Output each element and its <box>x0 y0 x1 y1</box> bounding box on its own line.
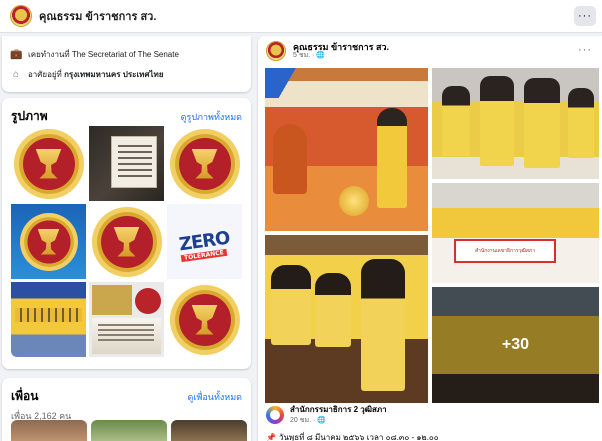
extra-photos-count: +30 <box>432 287 599 403</box>
see-all-photos-link[interactable]: ดูรูปภาพทั้งหมด <box>181 110 242 124</box>
shared-post-header: สำนักกรรมาธิการ 2 วุฒิสภา 20 ชม. · 🌐 <box>266 405 387 426</box>
more-options-button[interactable]: ··· <box>574 6 596 26</box>
page-header-bar: คุณธรรม ข้าราชการ สว. ··· <box>0 0 602 33</box>
location-prefix: อาศัยอยู่ที่ <box>28 69 62 79</box>
shared-author-avatar[interactable] <box>266 406 284 425</box>
more-icon: ··· <box>578 10 592 22</box>
post-photo-ceremony[interactable] <box>265 68 428 231</box>
pin-icon: 📌 <box>266 433 276 441</box>
friend-thumbnails <box>11 420 247 441</box>
workplace-text[interactable]: เคยทำงานที่ The Secretariat of The Senat… <box>28 48 179 61</box>
intro-card: 💼 เคยทำงานที่ The Secretariat of The Sen… <box>2 36 251 92</box>
workplace-row: 💼 เคยทำงานที่ The Secretariat of The Sen… <box>2 44 251 64</box>
see-all-friends-link[interactable]: ดูเพื่อนทั้งหมด <box>188 390 242 404</box>
shared-text-content: วันพุธที่ ๘ มีนาคม ๒๕๖๖ เวลา ๐๘.๓๐ - ๑๒.… <box>278 433 439 441</box>
photo-tile-document[interactable] <box>89 126 164 201</box>
friends-card: เพื่อน ดูเพื่อนทั้งหมด เพื่อน 2,162 คน <box>2 378 251 441</box>
post-author-avatar[interactable] <box>266 41 286 61</box>
friend-photo[interactable] <box>91 420 167 441</box>
post-photo-officials[interactable] <box>432 68 599 179</box>
shared-time[interactable]: 20 ชม. · 🌐 <box>290 415 387 426</box>
post-time[interactable]: 5 ชม. · 🌐 <box>293 52 389 60</box>
page-name[interactable]: คุณธรรม ข้าราชการ สว. <box>39 7 156 25</box>
photo-tile-emblem[interactable] <box>89 204 164 279</box>
post-card: คุณธรรม ข้าราชการ สว. 5 ชม. · 🌐 ··· สำนั… <box>258 36 602 441</box>
photo-tile-group[interactable] <box>11 282 86 357</box>
shared-author[interactable]: สำนักกรรมาธิการ 2 วุฒิสภา <box>290 405 387 415</box>
post-photo-audience[interactable] <box>265 235 428 403</box>
photo-grid: ZERO TOLERANCE <box>11 126 243 357</box>
friends-title[interactable]: เพื่อน <box>11 387 38 406</box>
post-more-icon[interactable]: ··· <box>578 44 592 56</box>
photos-card: รูปภาพ ดูรูปภาพทั้งหมด ZERO TOLERANCE <box>2 98 251 369</box>
post-author[interactable]: คุณธรรม ข้าราชการ สว. <box>293 42 389 52</box>
location-row: ⌂ อาศัยอยู่ที่ กรุงเทพมหานคร ประเทศไทย <box>2 64 251 84</box>
photo-tile-emblem[interactable] <box>167 126 242 201</box>
post-photo-more[interactable]: +30 <box>432 287 599 403</box>
briefcase-icon: 💼 <box>10 48 23 60</box>
location-link[interactable]: กรุงเทพมหานคร ประเทศไทย <box>64 68 163 81</box>
photos-title[interactable]: รูปภาพ <box>11 107 48 126</box>
page-avatar[interactable] <box>10 5 32 27</box>
photo-tile-emblem-blue[interactable] <box>11 204 86 279</box>
post-photo-group[interactable]: สำนักงานเลขาธิการวุฒิสภา <box>432 183 599 283</box>
friend-photo[interactable] <box>11 420 87 441</box>
photo-tile-emblem[interactable] <box>11 126 86 201</box>
photo-tile-collage[interactable] <box>89 282 164 357</box>
photo-tile-zero-tolerance[interactable]: ZERO TOLERANCE <box>167 204 242 279</box>
friend-photo[interactable] <box>171 420 247 441</box>
group-banner: สำนักงานเลขาธิการวุฒิสภา <box>454 239 556 263</box>
photo-tile-emblem[interactable] <box>167 282 242 357</box>
shared-post-text: 📌 วันพุธที่ ๘ มีนาคม ๒๕๖๖ เวลา ๐๘.๓๐ - ๑๒… <box>266 431 439 441</box>
home-icon: ⌂ <box>12 68 20 80</box>
post-header: คุณธรรม ข้าราชการ สว. 5 ชม. · 🌐 ··· <box>258 36 602 66</box>
